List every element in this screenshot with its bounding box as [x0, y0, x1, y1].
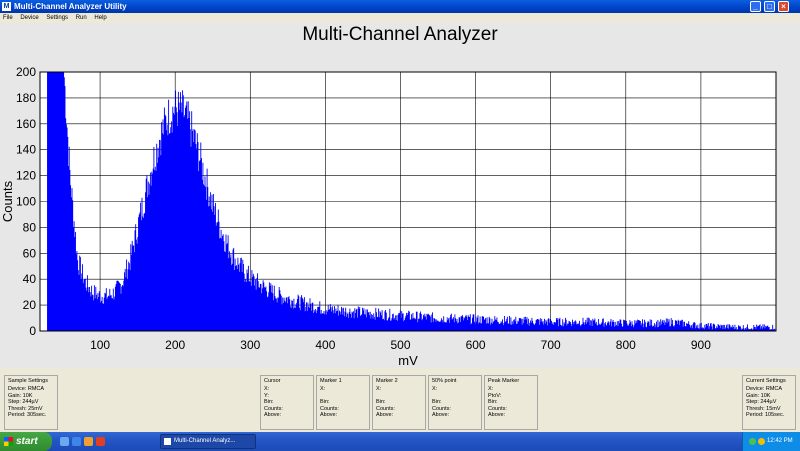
- folder-icon[interactable]: [84, 437, 93, 446]
- system-tray: 12:42 PM: [742, 432, 800, 451]
- spectrum-chart[interactable]: 0 20 40 60 80 100 120 140 160 180 200 100 200 300 400 5…: [0, 23, 800, 368]
- start-label: start: [16, 436, 38, 447]
- y-axis-label: Counts: [0, 180, 15, 222]
- taskbar-app-button[interactable]: Multi-Channel Analyz...: [160, 434, 256, 449]
- panel-line: Period: 305sec.: [8, 412, 47, 419]
- menu-bar: File Device Settings Run Help: [0, 13, 800, 23]
- x-axis-label: mV: [398, 353, 418, 368]
- peak-marker-panel: Peak Marker X: PtoV: Bin: Counts: Above:: [484, 375, 538, 430]
- x-tick-label: 100: [90, 338, 110, 352]
- y-tick-label: 80: [23, 220, 37, 234]
- panel-title: 50% point: [432, 378, 457, 384]
- app-icon: M: [2, 2, 11, 11]
- panel-title: Peak Marker: [488, 378, 520, 384]
- y-tick-label: 200: [16, 65, 36, 79]
- sample-settings-panel: Sample Settings Device: RMCA Gain: 10K S…: [4, 375, 58, 430]
- y-tick-label: 20: [23, 298, 37, 312]
- x-tick-label: 400: [315, 338, 335, 352]
- panel-line: Above:: [432, 412, 450, 419]
- network-icon[interactable]: [749, 438, 756, 445]
- marker1-panel: Marker 1 X: Bin: Counts: Above:: [316, 375, 370, 430]
- app-icon: [164, 438, 171, 445]
- security-icon[interactable]: [758, 438, 765, 445]
- panel-line: Above:: [264, 412, 282, 419]
- panel-line: Above:: [488, 412, 506, 419]
- clock[interactable]: 12:42 PM: [767, 438, 793, 444]
- media-icon[interactable]: [96, 437, 105, 446]
- maximize-button[interactable]: □: [764, 1, 775, 12]
- panel-title: Marker 1: [320, 378, 342, 384]
- cursor-panel: Cursor X: Y: Bin: Counts: Above:: [260, 375, 314, 430]
- y-tick-label: 40: [23, 272, 37, 286]
- y-tick-label: 60: [23, 246, 37, 260]
- x-tick-label: 500: [390, 338, 410, 352]
- windows-flag-icon: [4, 437, 13, 446]
- fifty-percent-panel: 50% point X: Bin: Counts: Above:: [428, 375, 482, 430]
- y-tick-label: 100: [16, 195, 36, 209]
- close-button[interactable]: ×: [778, 1, 789, 12]
- start-button[interactable]: start: [0, 432, 52, 451]
- x-tick-label: 300: [240, 338, 260, 352]
- panel-title: Marker 2: [376, 378, 398, 384]
- title-bar[interactable]: M Multi-Channel Analyzer Utility _ □ ×: [0, 0, 800, 13]
- marker2-panel: Marker 2 X: Bin: Counts: Above:: [372, 375, 426, 430]
- panel-line: Above:: [376, 412, 394, 419]
- panel-line: Above:: [320, 412, 338, 419]
- menu-file[interactable]: File: [3, 15, 13, 21]
- y-tick-label: 160: [16, 117, 36, 131]
- menu-device[interactable]: Device: [20, 15, 38, 21]
- menu-settings[interactable]: Settings: [46, 15, 68, 21]
- taskbar: start Multi-Channel Analyz... 12:42 PM: [0, 432, 800, 451]
- menu-help[interactable]: Help: [94, 15, 106, 21]
- x-tick-label: 700: [541, 338, 561, 352]
- x-tick-label: 200: [165, 338, 185, 352]
- panel-title: Current Settings: [746, 378, 786, 384]
- window-title: Multi-Channel Analyzer Utility: [14, 2, 127, 11]
- y-tick-label: 0: [29, 324, 36, 338]
- y-tick-label: 180: [16, 91, 36, 105]
- current-settings-panel: Current Settings Device: RMCA Gain: 10K …: [742, 375, 796, 430]
- desktop-icon[interactable]: [60, 437, 69, 446]
- panel-title: Cursor: [264, 378, 281, 384]
- x-tick-label: 600: [466, 338, 486, 352]
- plot-area: Multi-Channel Analyzer 0 20 40 60 80 100 120 14…: [0, 23, 800, 368]
- menu-run[interactable]: Run: [76, 15, 87, 21]
- x-tick-label: 800: [616, 338, 636, 352]
- browser-icon[interactable]: [72, 437, 81, 446]
- app-window: M Multi-Channel Analyzer Utility _ □ × F…: [0, 0, 800, 432]
- panel-line: Period: 105sec.: [746, 412, 785, 419]
- y-tick-label: 140: [16, 143, 36, 157]
- panel-title: Sample Settings: [8, 378, 49, 384]
- taskbar-app-label: Multi-Channel Analyz...: [174, 438, 236, 444]
- x-tick-label: 900: [691, 338, 711, 352]
- y-tick-label: 120: [16, 169, 36, 183]
- minimize-button[interactable]: _: [750, 1, 761, 12]
